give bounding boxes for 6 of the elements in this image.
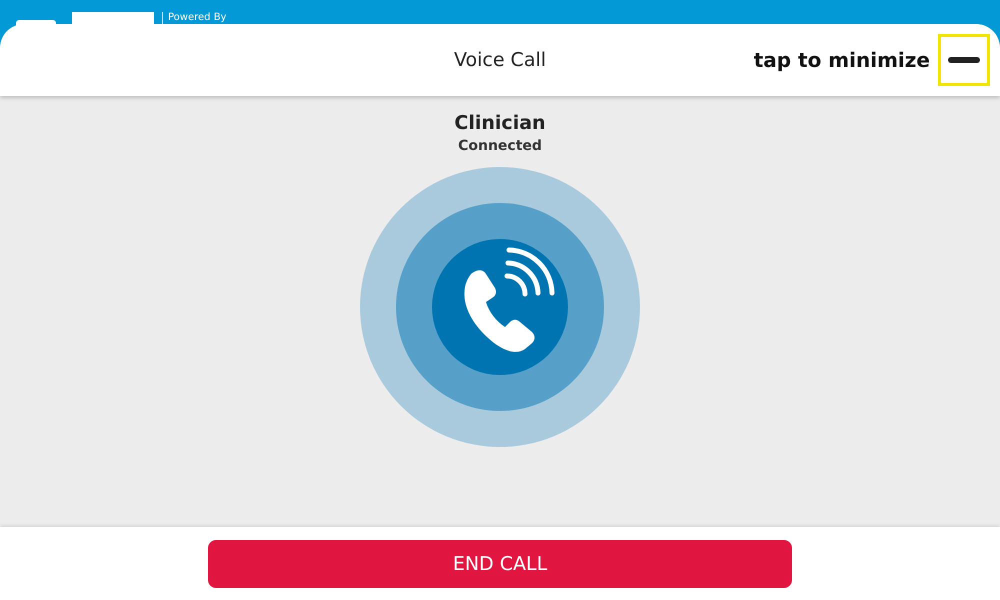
window-title: Voice Call [454,49,546,71]
caller-name: Clinician [454,112,546,134]
minimize-button[interactable] [938,34,990,86]
call-status: Connected [458,138,542,154]
minimize-hint: tap to minimize [754,48,930,72]
end-call-button[interactable]: END CALL [208,540,792,588]
